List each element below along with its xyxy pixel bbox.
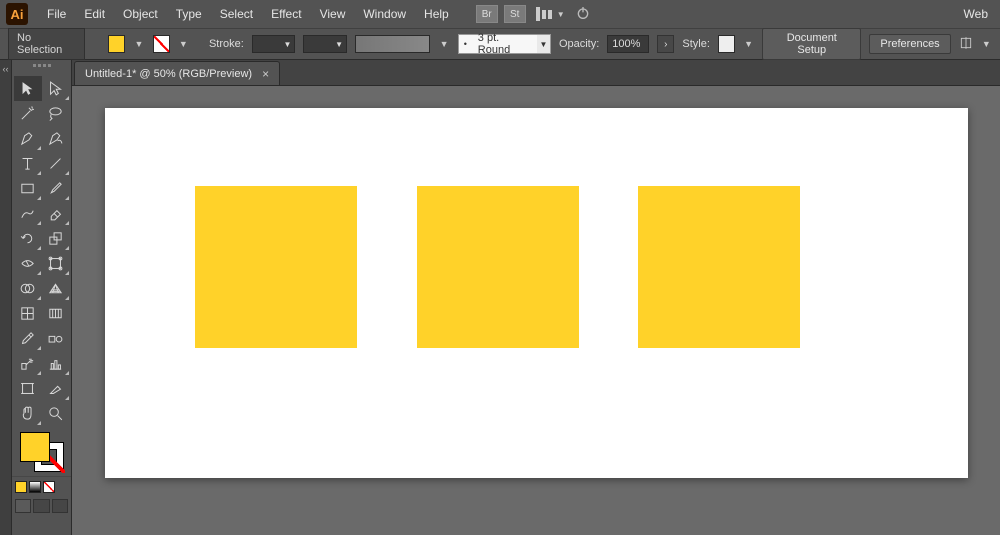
menu-window[interactable]: Window	[354, 0, 415, 28]
slice-tool[interactable]	[42, 376, 70, 401]
color-mode-none[interactable]	[43, 481, 55, 493]
rotate-tool[interactable]	[14, 226, 42, 251]
brush-stroke-profile[interactable]: • 3 pt. Round ▼	[458, 34, 551, 54]
fill-swatch[interactable]	[108, 35, 125, 53]
perspective-grid-tool[interactable]	[42, 276, 70, 301]
menu-object[interactable]: Object	[114, 0, 167, 28]
artboard[interactable]	[105, 108, 968, 478]
blend-tool[interactable]	[42, 326, 70, 351]
draw-normal[interactable]	[15, 499, 31, 513]
rectangle-shape[interactable]	[417, 186, 579, 348]
stock-icon[interactable]: St	[504, 5, 526, 23]
lasso-tool[interactable]	[42, 101, 70, 126]
panel-grip-icon[interactable]	[12, 64, 71, 74]
document-area: Untitled-1* @ 50% (RGB/Preview) ×	[72, 60, 1000, 535]
menu-help[interactable]: Help	[415, 0, 458, 28]
menu-effect[interactable]: Effect	[262, 0, 310, 28]
artboard-tool[interactable]	[14, 376, 42, 401]
menu-select[interactable]: Select	[211, 0, 262, 28]
zoom-tool[interactable]	[42, 401, 70, 426]
fill-dropdown[interactable]: ▼	[133, 35, 144, 53]
direct-selection-tool[interactable]	[42, 76, 70, 101]
opacity-more[interactable]: ›	[657, 35, 674, 53]
style-label[interactable]: Style:	[682, 38, 710, 50]
curvature-tool[interactable]	[42, 126, 70, 151]
opacity-field[interactable]: 100%	[607, 35, 649, 53]
preferences-button[interactable]: Preferences	[869, 34, 950, 54]
width-tool[interactable]	[14, 251, 42, 276]
draw-mode-row	[12, 497, 71, 515]
chevron-left-icon: ‹‹	[3, 64, 9, 535]
line-segment-tool[interactable]	[42, 151, 70, 176]
app-icon: Ai	[6, 3, 28, 25]
column-graph-tool[interactable]	[42, 351, 70, 376]
menu-edit[interactable]: Edit	[75, 0, 114, 28]
rectangle-shape[interactable]	[195, 186, 357, 348]
control-bar: No Selection ▼ ▼ Stroke: ▼ ▼ ▼ • 3 pt. R…	[0, 28, 1000, 60]
fill-indicator[interactable]	[20, 432, 50, 462]
align-to-icon[interactable]	[959, 36, 973, 53]
stroke-dropdown[interactable]: ▼	[178, 35, 189, 53]
stroke-swatch[interactable]	[153, 35, 170, 53]
graphic-style-dropdown[interactable]: ▼	[743, 35, 754, 53]
document-setup-button[interactable]: Document Setup	[762, 28, 861, 60]
hand-tool[interactable]	[14, 401, 42, 426]
draw-behind[interactable]	[33, 499, 49, 513]
brush-definition-dropdown[interactable]: ▼	[438, 35, 449, 53]
shaper-tool[interactable]	[14, 201, 42, 226]
variable-width-profile[interactable]: ▼	[303, 35, 347, 53]
align-to-dropdown[interactable]: ▼	[981, 35, 992, 53]
rectangle-shape[interactable]	[638, 186, 800, 348]
bridge-icon[interactable]: Br	[476, 5, 498, 23]
left-panel-collapse-strip[interactable]: ‹‹	[0, 60, 12, 535]
free-transform-tool[interactable]	[42, 251, 70, 276]
canvas-viewport[interactable]	[72, 86, 1000, 535]
gradient-tool[interactable]	[42, 301, 70, 326]
rectangle-tool[interactable]	[14, 176, 42, 201]
menu-file[interactable]: File	[38, 0, 75, 28]
color-mode-solid[interactable]	[15, 481, 27, 493]
shape-builder-tool[interactable]	[14, 276, 42, 301]
menu-view[interactable]: View	[311, 0, 355, 28]
document-tab-strip: Untitled-1* @ 50% (RGB/Preview) ×	[72, 60, 1000, 86]
eraser-tool[interactable]	[42, 201, 70, 226]
menu-type[interactable]: Type	[167, 0, 211, 28]
workspace-switcher[interactable]: Web	[964, 7, 988, 21]
magic-wand-tool[interactable]	[14, 101, 42, 126]
tools-panel	[12, 60, 72, 535]
graphic-style-swatch[interactable]	[718, 35, 735, 53]
arrange-documents-icon[interactable]: ▼	[536, 7, 565, 21]
color-mode-gradient[interactable]	[29, 481, 41, 493]
close-tab-icon[interactable]: ×	[262, 67, 269, 81]
paintbrush-tool[interactable]	[42, 176, 70, 201]
type-tool[interactable]	[14, 151, 42, 176]
eyedropper-tool[interactable]	[14, 326, 42, 351]
pen-tool[interactable]	[14, 126, 42, 151]
menu-bar: Ai File Edit Object Type Select Effect V…	[0, 0, 1000, 28]
stroke-label[interactable]: Stroke:	[209, 38, 244, 50]
document-tab[interactable]: Untitled-1* @ 50% (RGB/Preview) ×	[74, 61, 280, 85]
symbol-sprayer-tool[interactable]	[14, 351, 42, 376]
stroke-weight-field[interactable]: ▼	[252, 35, 296, 53]
mesh-tool[interactable]	[14, 301, 42, 326]
fill-stroke-indicator[interactable]	[20, 432, 64, 472]
selection-indicator: No Selection	[8, 28, 85, 60]
scale-tool[interactable]	[42, 226, 70, 251]
brush-definition[interactable]	[355, 35, 430, 53]
selection-tool[interactable]	[14, 76, 42, 101]
color-mode-row	[12, 476, 71, 497]
document-tab-title: Untitled-1* @ 50% (RGB/Preview)	[85, 68, 252, 80]
draw-inside[interactable]	[52, 499, 68, 513]
gpu-preview-icon[interactable]	[575, 5, 591, 24]
opacity-label[interactable]: Opacity:	[559, 38, 599, 50]
